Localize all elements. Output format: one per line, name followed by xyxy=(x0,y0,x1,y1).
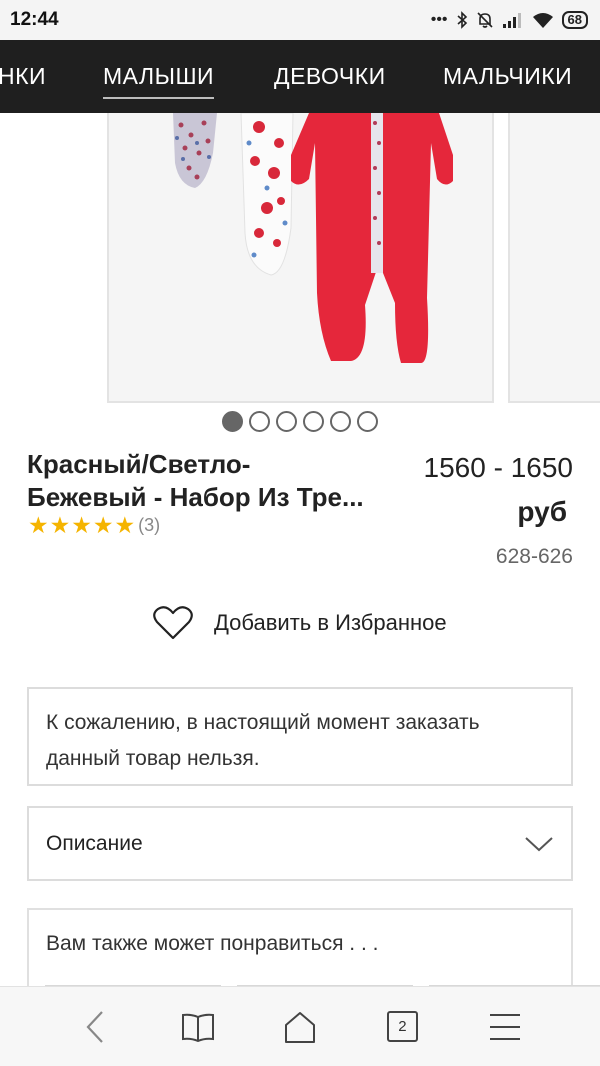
category-tab-prev[interactable]: НКИ xyxy=(0,40,46,113)
star-icon: ★ xyxy=(49,512,71,538)
back-icon xyxy=(86,1010,103,1043)
rating-stars[interactable]: ★ ★ ★ ★ ★ (3) xyxy=(28,512,160,538)
carousel-dot[interactable] xyxy=(276,411,297,432)
product-title-line2: Бежевый - Набор Из Тре... xyxy=(27,482,364,512)
wifi-icon xyxy=(532,13,553,28)
category-tab-boys[interactable]: МАЛЬЧИКИ xyxy=(443,40,572,113)
tabs-icon: 2 xyxy=(386,1011,418,1042)
carousel-dot[interactable] xyxy=(249,411,270,432)
product-sku: 628-626 xyxy=(495,545,573,568)
description-accordion[interactable]: Описание xyxy=(27,806,573,881)
chevron-down-icon xyxy=(525,836,553,851)
price-range: 1560 - 1650 xyxy=(423,452,573,483)
wishlist-label: Добавить в Избранное xyxy=(214,610,447,635)
home-icon xyxy=(284,1011,315,1043)
bookmarks-button[interactable] xyxy=(173,1002,223,1052)
add-to-wishlist-button[interactable]: Добавить в Избранное xyxy=(152,605,447,641)
product-title: Красный/Светло- Бежевый - Набор Из Тре..… xyxy=(27,448,407,514)
product-image[interactable] xyxy=(107,113,494,403)
star-icon: ★ xyxy=(114,512,136,538)
home-button[interactable] xyxy=(275,1002,325,1052)
carousel-dot[interactable] xyxy=(330,411,351,432)
signal-icon xyxy=(502,13,521,28)
carousel-dot[interactable] xyxy=(303,411,324,432)
carousel-dot[interactable] xyxy=(357,411,378,432)
back-button[interactable] xyxy=(70,1002,120,1052)
heart-outline-icon xyxy=(153,606,193,640)
status-time: 12:44 xyxy=(10,9,59,30)
recommendations-title: Вам также может понравиться . . . xyxy=(46,932,379,955)
category-tab-babies[interactable]: МАЛЫШИ xyxy=(103,40,215,113)
sleepsuits-illustration xyxy=(109,113,492,401)
carousel-dots xyxy=(222,411,378,432)
category-nav: НКИ МАЛЫШИ ДЕВОЧКИ МАЛЬЧИКИ xyxy=(0,40,600,113)
product-image-carousel[interactable] xyxy=(0,113,600,405)
menu-button[interactable] xyxy=(480,1002,530,1052)
next-product-image[interactable] xyxy=(508,113,600,403)
price-currency: руб xyxy=(517,496,567,527)
browser-bottom-nav: 2 xyxy=(0,986,600,1066)
status-icons: ••• 68 xyxy=(431,11,588,29)
star-icon: ★ xyxy=(28,512,49,538)
product-title-line1: Красный/Светло- xyxy=(27,449,251,479)
carousel-dot[interactable] xyxy=(222,411,243,432)
category-tab-girls[interactable]: ДЕВОЧКИ xyxy=(274,40,386,113)
bookmarks-icon xyxy=(181,1013,214,1042)
bluetooth-icon xyxy=(457,11,467,29)
menu-icon xyxy=(489,1013,520,1040)
tabs-button[interactable]: 2 xyxy=(377,1002,427,1052)
star-icon: ★ xyxy=(92,512,114,538)
star-icon: ★ xyxy=(71,512,92,538)
battery-indicator: 68 xyxy=(561,11,588,29)
status-bar: 12:44 ••• 68 xyxy=(0,0,600,40)
unavailable-notice: К сожалению, в настоящий момент заказать… xyxy=(27,687,573,786)
description-label: Описание xyxy=(46,831,143,855)
dots-icon: ••• xyxy=(430,11,448,28)
rating-count: (3) xyxy=(138,514,161,535)
mute-icon xyxy=(476,12,493,28)
